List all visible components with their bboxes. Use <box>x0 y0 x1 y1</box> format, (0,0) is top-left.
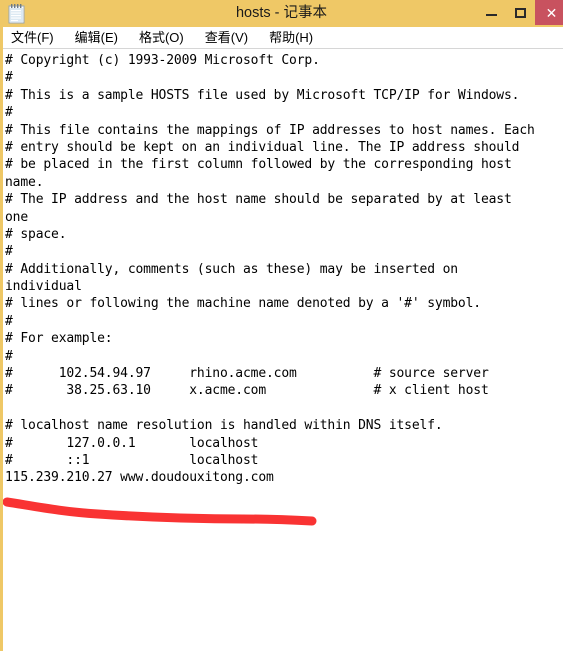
minimize-button[interactable] <box>477 0 505 25</box>
document-line: # entry should be kept on an individual … <box>5 139 520 155</box>
document-line: individual <box>5 279 82 295</box>
document-line: one <box>5 209 29 225</box>
close-button[interactable]: ✕ <box>535 0 563 25</box>
document-line: 115.239.210.27 www.doudouxitong.com <box>5 470 274 486</box>
title-bar[interactable]: hosts - 记事本 ✕ <box>3 0 563 27</box>
maximize-icon <box>514 7 526 18</box>
window-controls: ✕ <box>477 0 563 27</box>
document-line: # This is a sample HOSTS file used by Mi… <box>5 87 520 103</box>
maximize-button[interactable] <box>505 0 535 25</box>
text-editor-area[interactable]: # Copyright (c) 1993-2009 Microsoft Corp… <box>3 49 563 649</box>
document-line: # localhost name resolution is handled w… <box>5 418 443 434</box>
document-line: # 127.0.0.1 localhost <box>5 435 259 451</box>
document-line: # Copyright (c) 1993-2009 Microsoft Corp… <box>5 53 320 68</box>
menu-item-help[interactable]: 帮助(H) <box>269 27 313 49</box>
document-line: # 102.54.94.97 rhino.acme.com # source s… <box>5 366 489 382</box>
document-line: # For example: <box>5 331 113 347</box>
document-line: # <box>5 313 13 329</box>
menu-bar: 文件(F) 编辑(E) 格式(O) 查看(V) 帮助(H) <box>3 27 563 49</box>
document-line: # The IP address and the host name shoul… <box>5 192 512 208</box>
menu-item-file[interactable]: 文件(F) <box>11 27 54 49</box>
close-icon: ✕ <box>545 4 558 21</box>
document-line: # <box>5 348 13 364</box>
document-line: # space. <box>5 226 67 242</box>
document-line: # 38.25.63.10 x.acme.com # x client host <box>5 383 489 399</box>
document-line: name. <box>5 174 44 190</box>
menu-item-format[interactable]: 格式(O) <box>139 27 184 49</box>
minimize-icon <box>485 14 497 16</box>
document-line: # <box>5 70 13 86</box>
red-underline-annotation <box>3 497 317 526</box>
document-line: # <box>5 244 13 260</box>
document-line: # Additionally, comments (such as these)… <box>5 261 458 277</box>
document-text[interactable]: # Copyright (c) 1993-2009 Microsoft Corp… <box>5 52 563 487</box>
document-line: # <box>5 105 13 121</box>
document-line: # ::1 localhost <box>5 452 259 468</box>
document-line: # This file contains the mappings of IP … <box>5 122 535 138</box>
menu-item-edit[interactable]: 编辑(E) <box>75 27 118 49</box>
menu-item-view[interactable]: 查看(V) <box>205 27 248 49</box>
document-line: # be placed in the first column followed… <box>5 157 512 173</box>
document-line: # lines or following the machine name de… <box>5 296 481 312</box>
notepad-window: hosts - 记事本 ✕ 文件(F) 编辑(E) 格式(O) 查看(V) 帮助… <box>0 0 563 651</box>
notepad-icon <box>8 4 25 24</box>
